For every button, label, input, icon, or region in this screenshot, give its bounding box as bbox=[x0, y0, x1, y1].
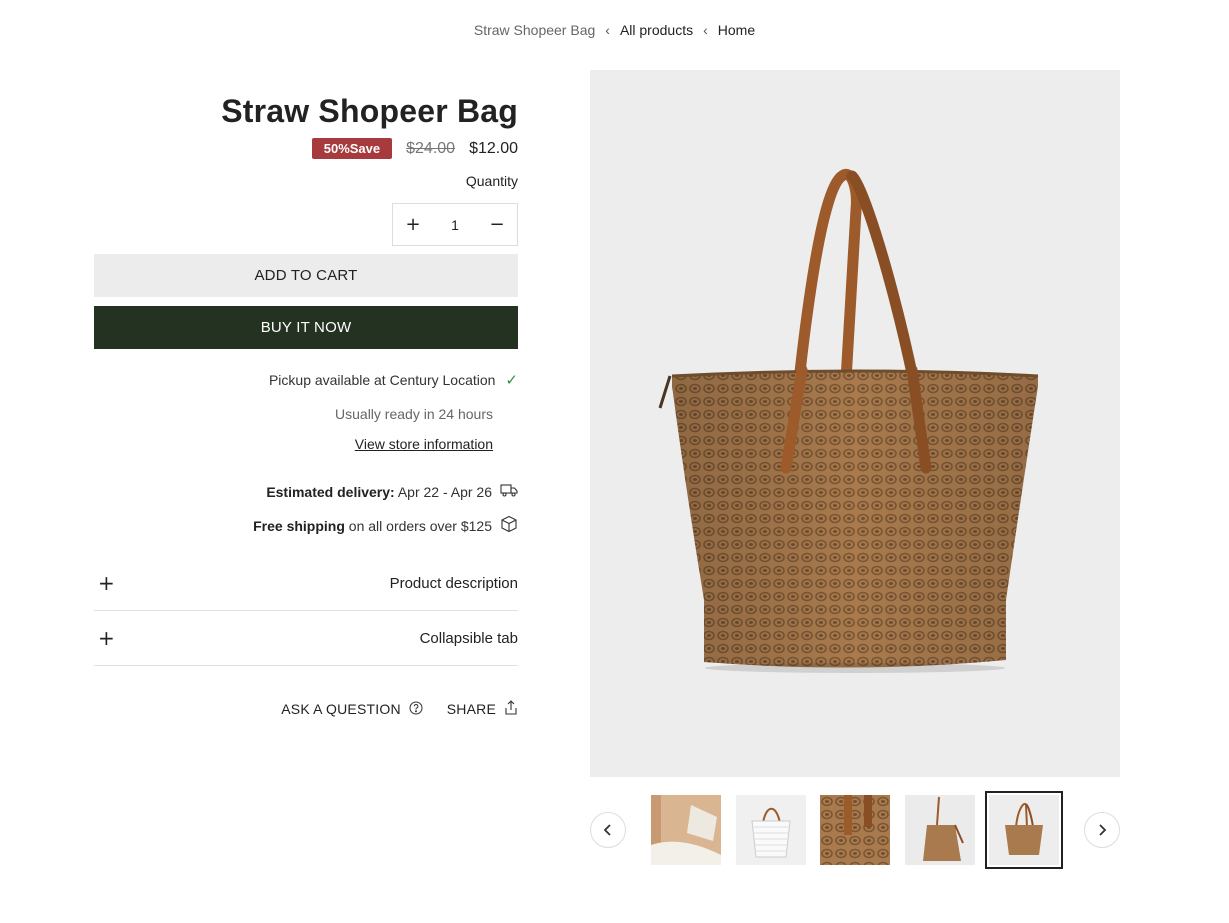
previous-image-button[interactable] bbox=[590, 812, 626, 848]
breadcrumb-current: Straw Shopeer Bag bbox=[473, 22, 596, 38]
breadcrumb-separator: ‹ bbox=[605, 22, 610, 38]
delivery-range: Apr 22 - Apr 26 bbox=[397, 483, 492, 500]
quantity-input[interactable] bbox=[430, 216, 480, 233]
shipping-text: on all orders over $125 bbox=[348, 517, 492, 534]
price-row: 50%Save $24.00 $12.00 bbox=[94, 138, 518, 159]
product-main-image[interactable] bbox=[590, 70, 1120, 777]
thumbnail-strip bbox=[590, 791, 1120, 869]
question-icon bbox=[409, 701, 423, 718]
breadcrumb-link-home[interactable]: Home bbox=[718, 22, 755, 38]
quantity-label: Quantity bbox=[465, 173, 518, 189]
straw-bag-illustration bbox=[658, 168, 1039, 673]
pickup-text: Pickup available at Century Location bbox=[268, 372, 496, 388]
quantity-stepper: + − bbox=[392, 203, 518, 246]
breadcrumb-link-all-products[interactable]: All products bbox=[620, 22, 693, 38]
view-store-information-link[interactable]: View store information bbox=[355, 436, 493, 452]
quantity-decrease-button[interactable]: − bbox=[487, 214, 507, 235]
truck-icon bbox=[500, 483, 518, 500]
store-info: View store information bbox=[94, 436, 518, 452]
accordion-collapsible-tab[interactable]: + Collapsible tab bbox=[94, 611, 518, 666]
accordion-label: Collapsible tab bbox=[419, 629, 518, 647]
free-shipping: Free shipping on all orders over $125 bbox=[94, 515, 518, 536]
accordion-product-description[interactable]: + Product description bbox=[94, 556, 518, 611]
plus-icon: + bbox=[98, 626, 115, 650]
original-price: $24.00 bbox=[406, 139, 456, 157]
chevron-left-icon bbox=[603, 824, 611, 836]
product-actions: ASK A QUESTION SHARE bbox=[94, 700, 518, 718]
delivery-label: Estimated delivery: bbox=[266, 483, 395, 500]
share-label: SHARE bbox=[446, 701, 496, 717]
estimated-delivery: Estimated delivery: Apr 22 - Apr 26 bbox=[94, 483, 518, 500]
share-icon bbox=[504, 700, 518, 718]
thumbnail-side-view[interactable] bbox=[905, 795, 975, 865]
breadcrumb: Straw Shopeer Bag ‹ All products ‹ Home bbox=[0, 22, 1229, 38]
chevron-right-icon bbox=[1099, 824, 1107, 836]
pickup-availability: Pickup available at Century Location ✓ bbox=[94, 371, 518, 389]
share-button[interactable]: SHARE bbox=[447, 700, 518, 718]
quantity-increase-button[interactable]: + bbox=[403, 214, 423, 235]
thumbnail-interior-view[interactable] bbox=[651, 795, 721, 865]
box-icon bbox=[500, 515, 518, 536]
plus-icon: + bbox=[98, 571, 115, 595]
add-to-cart-button[interactable]: ADD TO CART bbox=[94, 254, 518, 297]
shipping-label: Free shipping bbox=[253, 517, 345, 534]
ask-question-button[interactable]: ASK A QUESTION bbox=[281, 700, 423, 718]
accordion: + Product description + Collapsible tab bbox=[94, 556, 518, 666]
sale-price: $12.00 bbox=[469, 139, 518, 157]
sale-badge: 50%Save bbox=[311, 138, 393, 159]
thumbnail-white-variant[interactable] bbox=[736, 795, 806, 865]
pickup-ready-time: Usually ready in 24 hours bbox=[335, 406, 493, 422]
check-icon: ✓ bbox=[505, 372, 518, 389]
quantity-row: + − bbox=[94, 203, 518, 246]
thumbnail-front-view[interactable] bbox=[985, 791, 1063, 869]
next-image-button[interactable] bbox=[1084, 812, 1120, 848]
accordion-label: Product description bbox=[389, 574, 518, 592]
product-title: Straw Shopeer Bag bbox=[221, 93, 518, 129]
breadcrumb-separator: ‹ bbox=[703, 22, 708, 38]
thumbnail-closeup-detail[interactable] bbox=[820, 795, 890, 865]
ask-question-label: ASK A QUESTION bbox=[281, 701, 401, 717]
product-info: Straw Shopeer Bag 50%Save $24.00 $12.00 … bbox=[94, 90, 518, 718]
buy-now-button[interactable]: BUY IT NOW bbox=[94, 306, 518, 349]
